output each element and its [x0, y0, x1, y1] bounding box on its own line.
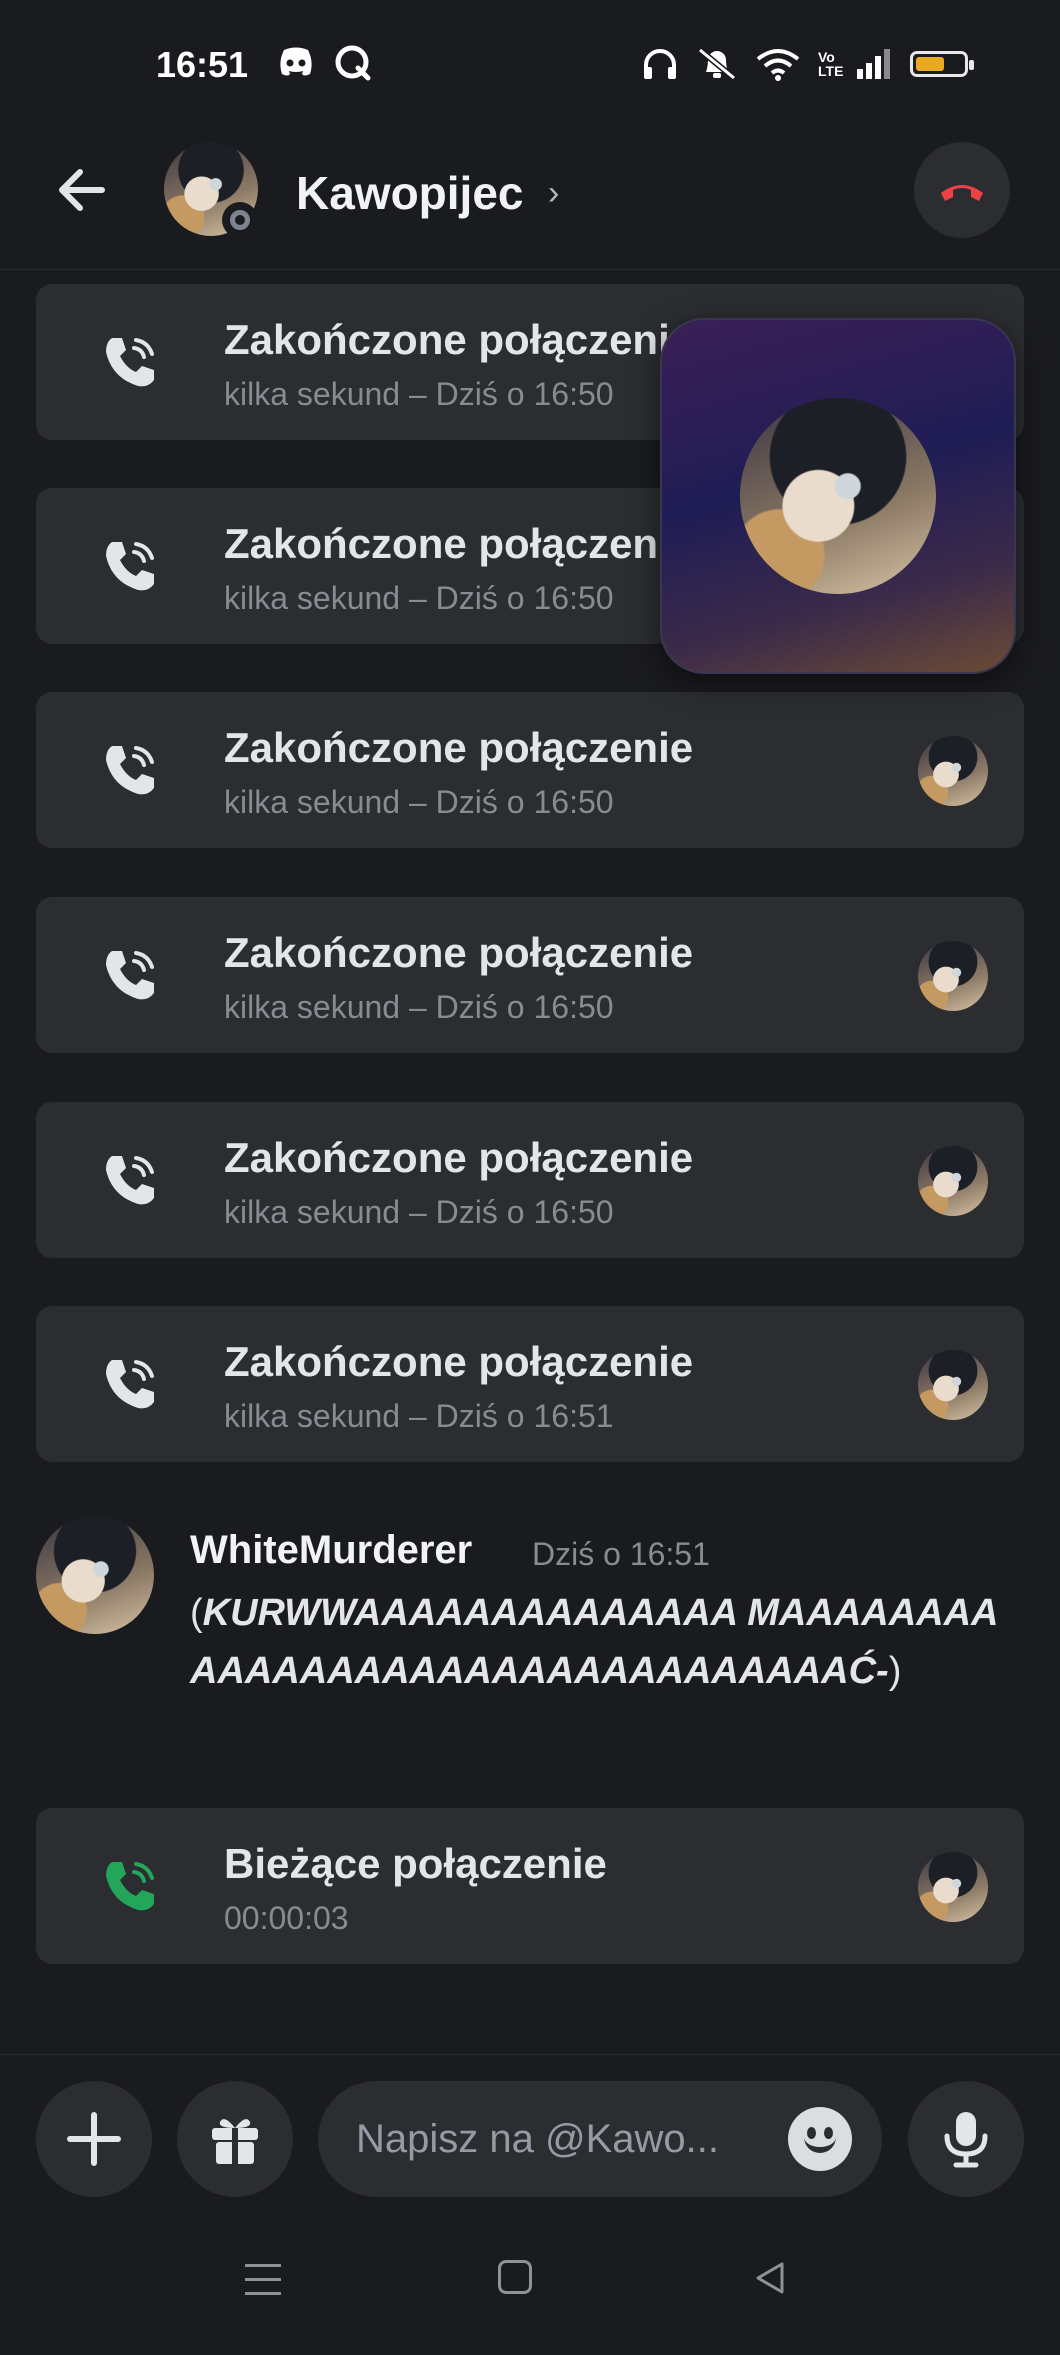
- page-title[interactable]: Kawopijec: [296, 166, 524, 220]
- system-nav-bar: [0, 2220, 1060, 2355]
- gift-button[interactable]: [177, 2081, 293, 2197]
- call-subtitle: kilka sekund – Dziś o 16:50: [224, 376, 614, 412]
- offline-status-icon: [222, 202, 258, 238]
- phone-call-icon: [106, 1360, 154, 1409]
- phone-call-icon: [106, 746, 154, 795]
- hang-up-button[interactable]: [914, 142, 1010, 238]
- home-icon[interactable]: [498, 2260, 532, 2294]
- call-title: Zakończone połączenie: [224, 929, 694, 976]
- participant-avatar: [918, 941, 988, 1011]
- call-ended-card[interactable]: Zakończone połączenie kilka sekund – Dzi…: [36, 1102, 1024, 1258]
- call-title: Zakończone połączenie: [224, 316, 694, 363]
- call-ended-card[interactable]: Zakończone połączenie kilka sekund – Dzi…: [36, 897, 1024, 1053]
- headphones-icon: [644, 49, 676, 79]
- chevron-right-icon[interactable]: ›: [548, 174, 559, 213]
- phone-call-icon: [106, 1156, 154, 1205]
- q-app-icon: [335, 45, 371, 81]
- silent-bell-icon: [698, 47, 736, 81]
- pip-avatar: [740, 398, 936, 594]
- phone-call-active-icon: [106, 1862, 154, 1911]
- participant-avatar: [918, 1852, 988, 1922]
- call-title: Zakończone połączenie: [224, 1134, 694, 1181]
- participant-avatar: [918, 1350, 988, 1420]
- add-attachment-button[interactable]: [36, 2081, 152, 2197]
- recent-apps-icon[interactable]: [245, 2264, 281, 2306]
- back-arrow-icon[interactable]: [52, 160, 112, 220]
- plus-icon: [67, 2112, 121, 2166]
- phone-call-icon: [106, 951, 154, 1000]
- hang-up-icon: [941, 185, 983, 201]
- message-author-avatar[interactable]: [36, 1516, 154, 1634]
- phone-call-icon: [106, 542, 154, 591]
- voice-message-button[interactable]: [908, 2081, 1024, 2197]
- call-title: Zakończone połączenie: [224, 520, 694, 567]
- participant-avatar: [918, 736, 988, 806]
- wifi-icon: [756, 49, 800, 81]
- volte-icon: Vo LTE: [818, 49, 844, 79]
- chat-header: Kawopijec ›: [0, 130, 1060, 270]
- nav-back-icon[interactable]: [750, 2258, 790, 2298]
- call-ended-card[interactable]: Zakończone połączenie kilka sekund – Dzi…: [36, 1306, 1024, 1462]
- microphone-icon: [944, 2112, 988, 2168]
- phone-call-icon: [106, 338, 154, 387]
- message-text[interactable]: (KURWWAAAAAAAAAAAAAA MAAAAAAAAAAAAAAAAAA…: [190, 1584, 1020, 1700]
- call-ended-card[interactable]: Zakończone połączenie kilka sekund – Dzi…: [36, 692, 1024, 848]
- emoji-icon[interactable]: [788, 2107, 852, 2171]
- message-emphasis: KURWWAAAAAAAAAAAAAA MAAAAAAAAAAAAAAAAAAA…: [190, 1592, 999, 1692]
- call-subtitle: kilka sekund – Dziś o 16:50: [224, 1194, 614, 1230]
- message-input-placeholder: Napisz na @Kawo...: [356, 2117, 719, 2161]
- battery-icon: [910, 51, 974, 77]
- current-call-card[interactable]: Bieżące połączenie 00:00:03: [36, 1808, 1024, 1964]
- message-timestamp: Dziś o 16:51: [532, 1536, 710, 1572]
- call-title: Zakończone połączenie: [224, 1338, 694, 1385]
- call-title: Zakończone połączenie: [224, 724, 694, 771]
- gift-icon: [212, 2119, 258, 2164]
- call-title: Bieżące połączenie: [224, 1840, 607, 1887]
- call-subtitle: kilka sekund – Dziś o 16:50: [224, 989, 614, 1025]
- call-duration: 00:00:03: [224, 1900, 349, 1936]
- call-subtitle: kilka sekund – Dziś o 16:50: [224, 580, 614, 616]
- call-pip-overlay[interactable]: [660, 318, 1016, 674]
- composer-bar: Napisz na @Kawo...: [0, 2054, 1060, 2205]
- participant-avatar: [918, 1146, 988, 1216]
- message-author[interactable]: WhiteMurderer: [190, 1528, 472, 1573]
- signal-icon: [857, 49, 890, 79]
- discord-icon: [280, 47, 312, 76]
- call-subtitle: kilka sekund – Dziś o 16:50: [224, 784, 614, 820]
- call-subtitle: kilka sekund – Dziś o 16:51: [224, 1398, 614, 1434]
- status-bar: 16:51 Vo LTE: [0, 0, 1060, 130]
- status-time: 16:51: [156, 44, 249, 85]
- message-input[interactable]: Napisz na @Kawo...: [318, 2081, 882, 2197]
